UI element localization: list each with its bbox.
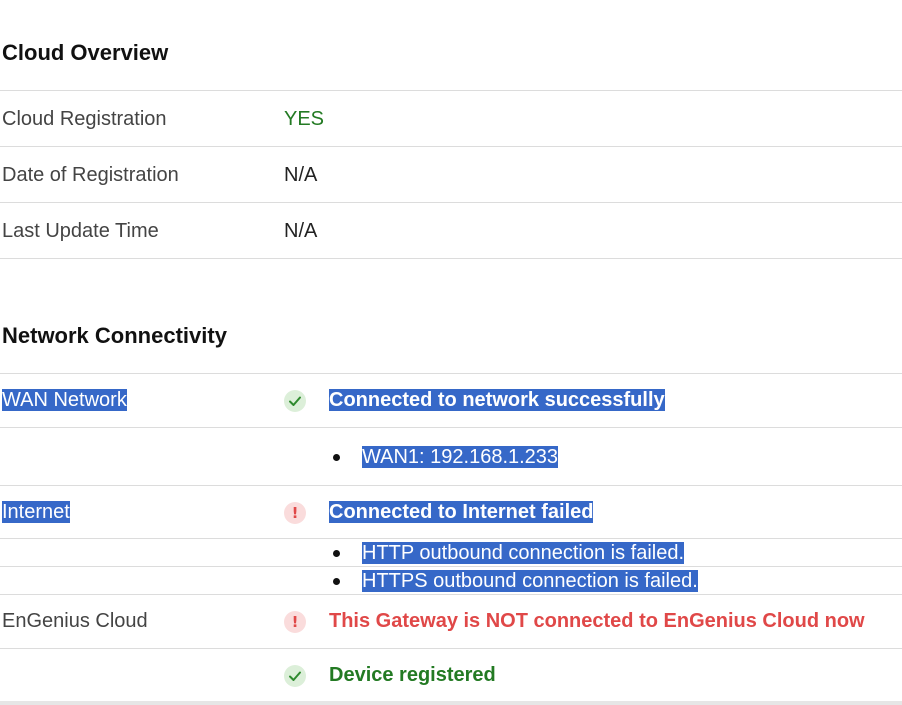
divider — [0, 485, 902, 486]
exclamation-icon: ! — [284, 611, 306, 633]
check-icon — [284, 390, 306, 412]
last-update-time-value: N/A — [284, 220, 318, 242]
divider — [0, 258, 902, 259]
device-registered-text: Device registered — [329, 664, 496, 686]
internet-detail-item: HTTPS outbound connection is failed. — [362, 569, 698, 593]
exclamation-icon: ! — [284, 502, 306, 524]
check-icon — [284, 665, 306, 687]
divider — [0, 373, 902, 374]
divider — [0, 90, 902, 91]
divider — [0, 566, 902, 567]
internet-label-text: Internet — [2, 501, 70, 523]
cloud-registration-label: Cloud Registration — [2, 108, 167, 130]
divider — [0, 538, 902, 539]
internet-detail-item: HTTP outbound connection is failed. — [362, 541, 685, 565]
wan-network-label-text: WAN Network — [2, 389, 127, 411]
cloud-registration-value: YES — [284, 108, 325, 130]
divider — [0, 594, 902, 595]
wan-network-label: WAN Network — [2, 388, 127, 412]
cloud-overview-title: Cloud Overview — [2, 40, 169, 65]
engenius-cloud-status-text: This Gateway is NOT connected to EnGeniu… — [329, 610, 865, 632]
divider — [0, 427, 902, 428]
wan-detail-item: WAN1: 192.168.1.233 — [362, 445, 559, 469]
divider — [0, 146, 902, 147]
date-of-registration-label: Date of Registration — [2, 164, 179, 186]
bullet-dot — [333, 550, 340, 557]
divider — [0, 202, 902, 203]
internet-detail-text: HTTP outbound connection is failed. — [362, 542, 685, 564]
internet-status-text: Connected to Internet failed — [329, 500, 594, 524]
last-update-time-label: Last Update Time — [2, 220, 159, 242]
bullet-dot — [333, 454, 340, 461]
engenius-cloud-label: EnGenius Cloud — [2, 610, 148, 632]
internet-detail-text: HTTPS outbound connection is failed. — [362, 570, 698, 592]
wan-detail-text: WAN1: 192.168.1.233 — [362, 446, 559, 468]
wan-status-text-value: Connected to network successfully — [329, 389, 665, 411]
bullet-dot — [333, 578, 340, 585]
divider — [0, 648, 902, 649]
wan-status-text: Connected to network successfully — [329, 388, 665, 412]
internet-status-text-value: Connected to Internet failed — [329, 501, 594, 523]
divider — [0, 701, 902, 705]
date-of-registration-value: N/A — [284, 164, 318, 186]
network-connectivity-title: Network Connectivity — [2, 323, 227, 348]
internet-label: Internet — [2, 500, 70, 524]
